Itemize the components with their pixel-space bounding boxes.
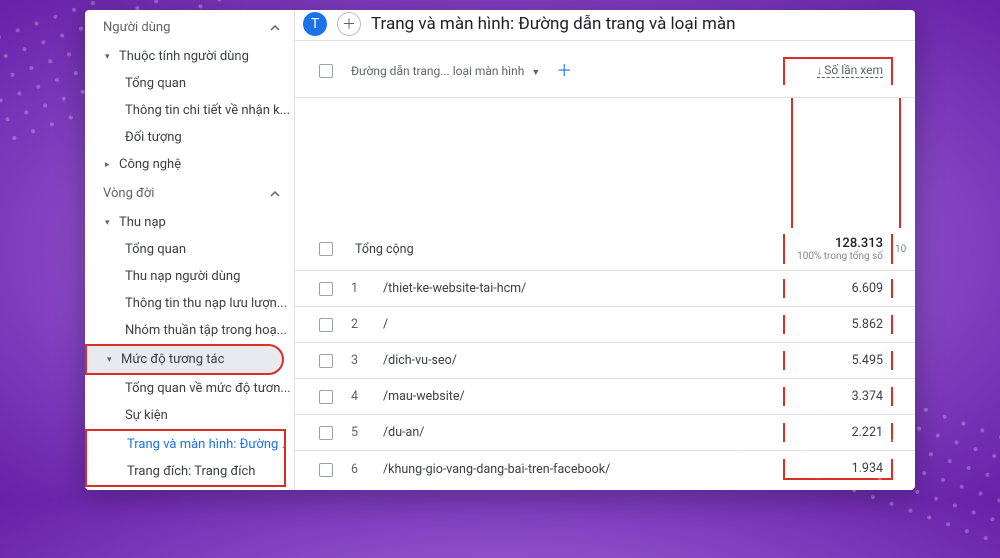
sidebar: Người dùng ▾ Thuộc tính người dùng Tổng …: [85, 10, 295, 490]
sidebar-item-label: Tổng quan: [125, 242, 186, 257]
chevron-up-icon: [270, 23, 280, 33]
dimension-label: Đường dẫn trang... loại màn hình: [351, 64, 524, 78]
title-row: T ＋ Trang và màn hình: Đường dẫn trang v…: [295, 10, 915, 41]
row-checkbox[interactable]: [319, 463, 333, 477]
sidebar-item-label: Thông tin thu nạp lưu lượn...: [125, 296, 287, 311]
row-checkbox[interactable]: [319, 390, 333, 404]
row-index: 5: [351, 425, 365, 440]
metric-header-views[interactable]: ↓Số lần xem: [783, 57, 893, 85]
sidebar-item-label: Tổng quan: [125, 76, 186, 91]
sidebar-item-audience[interactable]: Đối tượng: [85, 124, 294, 151]
table-row[interactable]: 5 /du-an/ 2.221: [295, 415, 915, 451]
caret-right-icon: ▸: [105, 160, 115, 170]
sidebar-group-tech[interactable]: ▸ Công nghệ: [85, 151, 294, 178]
row-index: 1: [351, 281, 365, 296]
caret-down-icon: ▾: [107, 355, 117, 365]
row-views: 1.934: [783, 459, 893, 480]
table-row[interactable]: 2 / 5.862: [295, 307, 915, 343]
row-checkbox[interactable]: [319, 242, 333, 256]
table-spacer: [295, 98, 915, 228]
tab-avatar-icon[interactable]: T: [303, 12, 327, 36]
row-views: 5.862: [783, 315, 893, 334]
totals-metric: 128.313 100% trong tổng số: [783, 234, 893, 264]
row-views: 6.609: [783, 279, 893, 298]
sidebar-item-acq-overview[interactable]: Tổng quan: [85, 236, 294, 263]
totals-row: Tổng cộng 128.313 100% trong tổng số 100: [295, 228, 915, 271]
sidebar-item-label: Công nghệ: [119, 157, 181, 172]
row-path: /dich-vu-seo/: [365, 353, 783, 368]
sidebar-item-eng-events[interactable]: Sự kiện: [85, 402, 294, 429]
row-index: 6: [351, 462, 365, 477]
sidebar-group-user-attr[interactable]: ▾ Thuộc tính người dùng: [85, 43, 294, 70]
sidebar-item-label: Sự kiện: [125, 408, 168, 423]
table-row[interactable]: 1 /thiet-ke-website-tai-hcm/ 6.609: [295, 271, 915, 307]
sidebar-item-label: Tổng quan về mức độ tươn...: [125, 381, 291, 396]
row-checkbox[interactable]: [319, 318, 333, 332]
row-path: /khung-gio-vang-dang-bai-tren-facebook/: [365, 462, 783, 477]
sidebar-item-acq-cohort[interactable]: Nhóm thuần tập trong hoạ...: [85, 317, 294, 344]
sidebar-group-engagement[interactable]: ▾ Mức độ tương tác: [85, 344, 284, 375]
row-checkbox[interactable]: [319, 426, 333, 440]
row-path: /mau-website/: [365, 389, 783, 404]
row-views: 5.495: [783, 351, 893, 370]
row-index: 4: [351, 389, 365, 404]
totals-label: Tổng cộng: [351, 242, 414, 257]
select-all-checkbox[interactable]: [319, 64, 333, 78]
caret-down-icon: ▾: [105, 218, 115, 228]
metric-label: Số lần xem: [824, 63, 883, 77]
add-dimension-button[interactable]: ＋: [556, 63, 572, 79]
row-path: /du-an/: [365, 425, 783, 440]
caret-down-icon: ▼: [531, 68, 540, 78]
truncated-next-col: 100: [893, 244, 907, 255]
sidebar-item-user-detail[interactable]: Thông tin chi tiết về nhận k...: [85, 97, 294, 124]
sidebar-group-acquisition[interactable]: ▾ Thu nạp: [85, 209, 294, 236]
app-window: Người dùng ▾ Thuộc tính người dùng Tổng …: [85, 10, 915, 490]
sidebar-item-acq-traffic[interactable]: Thông tin thu nạp lưu lượn...: [85, 290, 294, 317]
sidebar-item-label: Thông tin chi tiết về nhận k...: [125, 103, 290, 118]
sidebar-section-user[interactable]: Người dùng: [85, 12, 294, 43]
sidebar-section-lifecycle[interactable]: Vòng đời: [85, 178, 294, 209]
caret-down-icon: ▾: [105, 52, 115, 62]
table-row[interactable]: 6 /khung-gio-vang-dang-bai-tren-facebook…: [295, 451, 915, 488]
row-checkbox[interactable]: [319, 354, 333, 368]
sidebar-item-label: Thu nạp: [119, 215, 166, 230]
sidebar-item-label: Trang và màn hình: Đường ...: [127, 437, 286, 452]
sidebar-item-label: Nhóm thuần tập trong hoạ...: [125, 323, 287, 338]
sidebar-item-label: Thu nạp người dùng: [125, 269, 240, 284]
row-views: 3.374: [783, 387, 893, 406]
sidebar-item-label: Mức độ tương tác: [121, 352, 224, 367]
totals-pct: 100% trong tổng số: [793, 251, 883, 262]
sidebar-section-label: Người dùng: [103, 20, 170, 35]
row-checkbox[interactable]: [319, 282, 333, 296]
row-path: /thiet-ke-website-tai-hcm/: [365, 281, 783, 296]
table-header: Đường dẫn trang... loại màn hình ▼ ＋ ↓Số…: [295, 41, 915, 98]
totals-value: 128.313: [793, 236, 883, 251]
sidebar-item-label: Trang đích: Trang đích: [127, 464, 255, 479]
row-path: /: [365, 317, 783, 332]
add-tab-button[interactable]: ＋: [337, 12, 361, 36]
table-row[interactable]: 4 /mau-website/ 3.374: [295, 379, 915, 415]
table-row[interactable]: 3 /dich-vu-seo/ 5.495: [295, 343, 915, 379]
page-title: Trang và màn hình: Đường dẫn trang và lo…: [371, 14, 736, 34]
sidebar-item-label: Đối tượng: [125, 130, 182, 145]
row-index: 2: [351, 317, 365, 332]
sidebar-item-acq-user[interactable]: Thu nạp người dùng: [85, 263, 294, 290]
row-index: 3: [351, 353, 365, 368]
sort-desc-icon: ↓: [817, 64, 823, 77]
sidebar-item-overview[interactable]: Tổng quan: [85, 70, 294, 97]
main-content: T ＋ Trang và màn hình: Đường dẫn trang v…: [295, 10, 915, 490]
sidebar-item-eng-overview[interactable]: Tổng quan về mức độ tươn...: [85, 375, 294, 402]
row-views: 2.221: [783, 423, 893, 442]
sidebar-section-label: Vòng đời: [103, 186, 154, 201]
sidebar-item-eng-landing[interactable]: Trang đích: Trang đích: [85, 458, 286, 487]
chevron-up-icon: [270, 189, 280, 199]
sidebar-item-label: Thuộc tính người dùng: [119, 49, 249, 64]
dimension-dropdown[interactable]: Đường dẫn trang... loại màn hình ▼: [351, 64, 540, 78]
sidebar-item-eng-pages[interactable]: Trang và màn hình: Đường ...: [85, 429, 286, 458]
